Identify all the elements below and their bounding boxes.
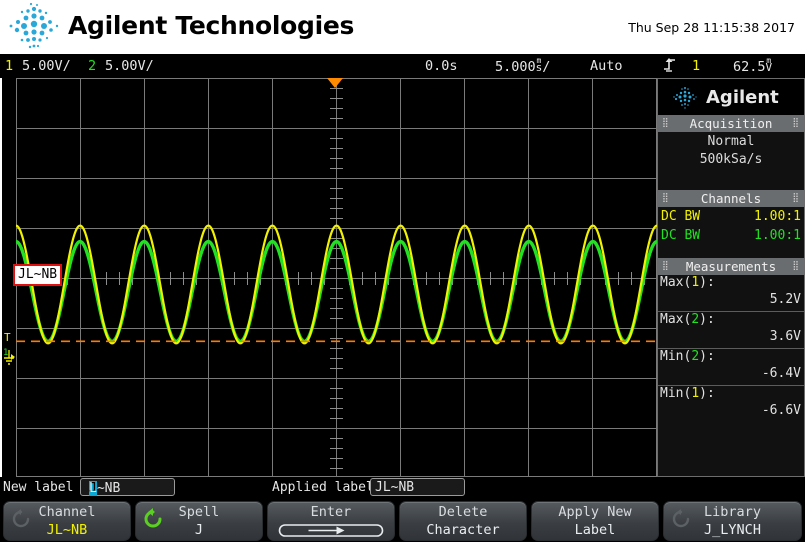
agilent-starburst-icon xyxy=(673,87,697,109)
softkey-spell-value: J xyxy=(194,522,204,538)
label-entry-bar: New label = J L~NB Applied label = JL~NB xyxy=(0,477,805,499)
status-ch2-scale[interactable]: 5.00V/ xyxy=(105,58,154,74)
drag-handle-right-icon: ⣿ xyxy=(792,118,800,128)
measurement-row[interactable]: Max(2): 3.6V xyxy=(658,311,804,348)
drag-handle-left-icon: ⣿ xyxy=(662,193,670,203)
measurement-name: Min(1): xyxy=(660,386,715,401)
applied-label-input[interactable]: JL~NB xyxy=(370,478,465,496)
measurements-body: Max(1): 5.2V Max(2): 3.6V Min(2): -6.4V … xyxy=(658,275,804,424)
channels-header[interactable]: ⣿ Channels ⣿ xyxy=(658,190,804,207)
measurement-name: Max(2): xyxy=(660,312,715,327)
channel-row[interactable]: DC BW 1.00:1 xyxy=(658,227,804,246)
measurement-name: Min(2): xyxy=(660,349,715,364)
status-ch1-number[interactable]: 1 xyxy=(5,58,13,74)
svg-text:1: 1 xyxy=(3,348,8,358)
acquisition-body: Normal 500kSa/s xyxy=(658,132,804,190)
applied-label-value: JL~NB xyxy=(375,480,415,495)
softkey-library[interactable]: Library J_LYNCH xyxy=(663,501,802,541)
status-bar: 1 5.00V/ 2 5.00V/ 0.0s 5.000 m s / Auto 1 6… xyxy=(0,54,805,78)
brand-title: Agilent Technologies xyxy=(68,11,355,40)
status-ch2-number[interactable]: 2 xyxy=(88,58,96,74)
sidebar-logo: Agilent xyxy=(658,79,804,115)
measurement-row[interactable]: Max(1): 5.2V xyxy=(658,275,804,311)
trigger-time-marker-label: T xyxy=(4,331,11,344)
waveform-graticule xyxy=(16,78,657,477)
measurement-value: -6.6V xyxy=(761,403,801,418)
acquisition-header-label: Acquisition xyxy=(689,116,773,131)
softkey-delete-title: Delete xyxy=(438,504,488,520)
softkey-channel-title: Channel xyxy=(38,504,96,520)
new-label-caption: New label = xyxy=(3,480,90,495)
softkey-apply-subtitle: Label xyxy=(574,522,616,538)
sidebar-logo-text: Agilent xyxy=(706,87,779,108)
status-trigger-level-value: 62.5 xyxy=(733,59,766,75)
softkey-channel-value: JL~NB xyxy=(46,522,88,538)
acquisition-header[interactable]: ⣿ Acquisition ⣿ xyxy=(658,115,804,132)
new-label-input[interactable]: J L~NB xyxy=(80,478,175,496)
status-timebase-unit: ms xyxy=(535,56,543,74)
waveform-display-area[interactable]: T 1 xyxy=(0,78,657,477)
measurements-header[interactable]: ⣿ Measurements ⣿ xyxy=(658,258,804,275)
softkey-library-value: J_LYNCH xyxy=(704,522,761,538)
status-sweep-mode[interactable]: Auto xyxy=(590,58,623,74)
measurement-row[interactable]: Min(2): -6.4V xyxy=(658,348,804,385)
measurement-value: 5.2V xyxy=(769,292,801,307)
trigger-position-marker-icon[interactable] xyxy=(327,78,343,88)
datetime-display: Thu Sep 28 11:15:38 2017 xyxy=(628,20,795,35)
drag-handle-left-icon: ⣿ xyxy=(662,118,670,128)
softkey-apply-title: Apply New xyxy=(558,504,632,520)
softkey-channel[interactable]: Channel JL~NB xyxy=(3,501,131,541)
trigger-edge-rising-icon[interactable] xyxy=(663,57,677,73)
softkey-enter-title: Enter xyxy=(310,504,352,520)
oscilloscope-screen: Agilent Technologies Thu Sep 28 11:15:38… xyxy=(0,0,805,542)
info-sidebar: Agilent ⣿ Acquisition ⣿ Normal 500kSa/s … xyxy=(657,78,805,477)
agilent-starburst-icon xyxy=(9,2,59,49)
status-timebase-value: 5.000 xyxy=(495,59,536,75)
channels-header-label: Channels xyxy=(700,191,762,206)
channels-body: DC BW 1.00:1 DC BW 1.00:1 xyxy=(658,207,804,258)
status-trigger-level-unit: mV xyxy=(765,56,773,74)
waveform-canvas[interactable] xyxy=(16,78,657,477)
acquisition-mode: Normal xyxy=(707,134,755,149)
drag-handle-right-icon: ⣿ xyxy=(792,261,800,271)
drag-handle-left-icon: ⣿ xyxy=(662,261,670,271)
drag-handle-right-icon: ⣿ xyxy=(792,193,800,203)
status-trigger-level[interactable]: 62.5 m V xyxy=(733,56,773,76)
acquisition-sample-rate: 500kSa/s xyxy=(699,152,763,167)
measurement-value: 3.6V xyxy=(769,329,801,344)
status-ch1-scale[interactable]: 5.00V/ xyxy=(22,58,71,74)
status-timebase-suffix: / xyxy=(542,59,551,75)
softkey-enter[interactable]: Enter xyxy=(267,501,395,541)
channel-probe-ratio: 1.00:1 xyxy=(754,228,801,243)
softkey-delete-character[interactable]: Delete Character xyxy=(399,501,527,541)
measurement-row[interactable]: Min(1): -6.6V xyxy=(658,385,804,422)
app-header: Agilent Technologies Thu Sep 28 11:15:38… xyxy=(0,0,805,54)
channel-probe-ratio: 1.00:1 xyxy=(754,209,801,224)
channel-coupling: DC BW xyxy=(661,209,701,224)
channel-coupling: DC BW xyxy=(661,228,701,243)
softkey-spell-title: Spell xyxy=(178,504,220,520)
measurements-header-label: Measurements xyxy=(685,259,777,274)
softkey-delete-subtitle: Character xyxy=(426,522,500,538)
status-trigger-source[interactable]: 1 xyxy=(692,58,700,74)
status-timebase[interactable]: 5.000 m s / xyxy=(495,56,551,76)
channel-waveform-label[interactable]: JL~NB xyxy=(13,264,63,286)
softkey-apply-new-label[interactable]: Apply New Label xyxy=(531,501,659,541)
ground-reference-icon[interactable]: 1 xyxy=(3,346,16,366)
measurement-name: Max(1): xyxy=(660,275,715,290)
measurement-value: -6.4V xyxy=(761,366,801,381)
channel-row[interactable]: DC BW 1.00:1 xyxy=(658,208,804,227)
softkey-library-title: Library xyxy=(704,504,761,520)
status-delay[interactable]: 0.0s xyxy=(425,58,458,74)
enter-arrow-icon xyxy=(278,524,384,537)
softkey-spell[interactable]: Spell J xyxy=(135,501,263,541)
softkey-bar: Channel JL~NB Spell J Enter Delete Chara… xyxy=(0,500,805,542)
